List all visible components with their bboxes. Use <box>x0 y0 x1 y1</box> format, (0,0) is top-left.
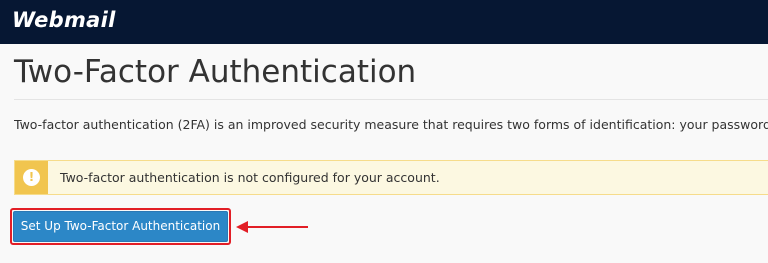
notice-message: Two-factor authentication is not configu… <box>60 170 440 185</box>
setup-2fa-button[interactable]: Set Up Two-Factor Authentication <box>13 211 228 242</box>
annotation-arrow-icon <box>236 221 308 233</box>
warning-exclamation-icon: ! <box>23 169 40 186</box>
warning-notice: ! Two-factor authentication is not confi… <box>14 160 768 195</box>
title-divider <box>14 99 768 100</box>
notice-icon-box: ! <box>15 161 48 194</box>
webmail-logo[interactable]: Webmail <box>12 8 116 32</box>
top-navbar: Webmail <box>0 0 768 44</box>
page-title: Two-Factor Authentication <box>14 54 417 90</box>
page-description: Two-factor authentication (2FA) is an im… <box>14 117 768 132</box>
